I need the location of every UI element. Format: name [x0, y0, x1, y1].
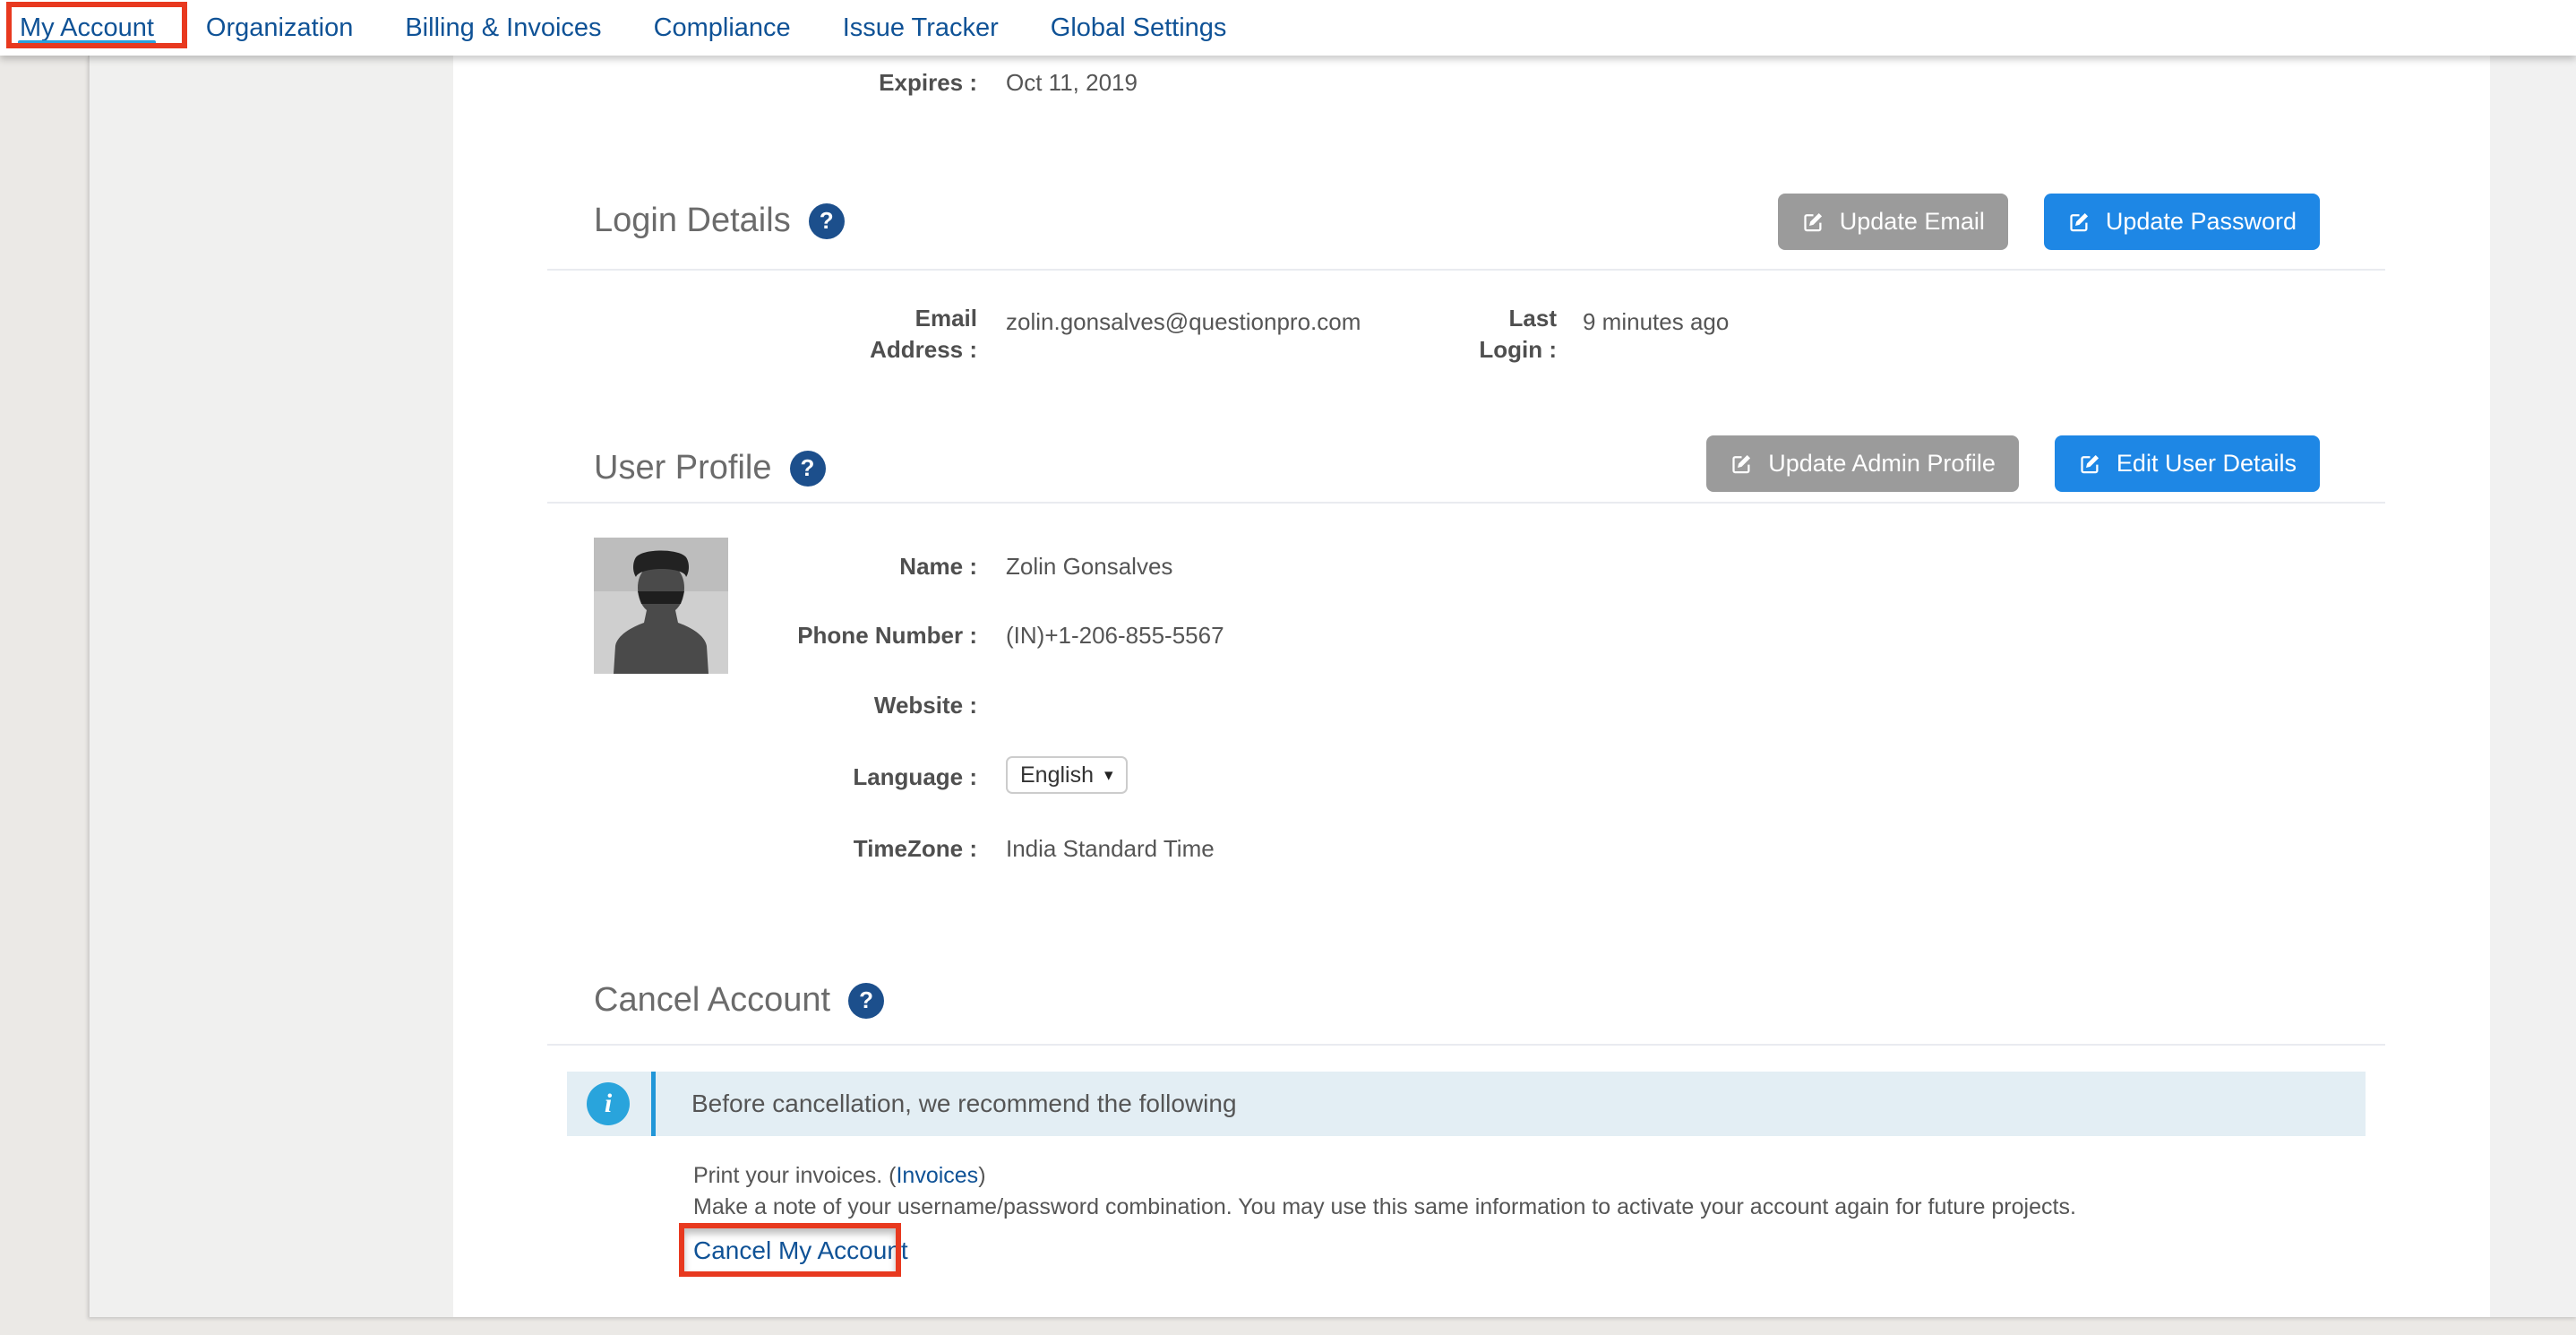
main-content: Expires : Oct 11, 2019 Login Details ? U… [453, 56, 2490, 1317]
help-icon[interactable]: ? [809, 203, 845, 239]
info-icon: i [587, 1082, 630, 1125]
timezone-value: India Standard Time [1006, 833, 1215, 865]
section-divider [547, 502, 2385, 504]
edit-user-details-button[interactable]: Edit User Details [2055, 435, 2320, 492]
tab-global-settings[interactable]: Global Settings [1051, 0, 1227, 56]
settings-card: Expires : Oct 11, 2019 Login Details ? U… [88, 56, 2576, 1317]
cancel-my-account-link[interactable]: Cancel My Account [693, 1236, 908, 1265]
phone-number-value: (IN)+1-206-855-5567 [1006, 620, 1224, 651]
cancellation-info-alert: i Before cancellation, we recommend the … [567, 1072, 2366, 1136]
login-details-title: Login Details [594, 202, 791, 240]
tab-my-account-label: My Account [20, 13, 154, 43]
username-password-note: Make a note of your username/password co… [693, 1192, 2076, 1223]
language-label: Language : [453, 762, 977, 793]
expires-value: Oct 11, 2019 [1006, 67, 1138, 99]
last-login-value: 9 minutes ago [1583, 306, 1729, 338]
update-email-button[interactable]: Update Email [1778, 194, 2008, 250]
top-navigation: My Account Organization Billing & Invoic… [0, 0, 2576, 56]
left-gray-panel [90, 56, 453, 1317]
tab-issue-tracker[interactable]: Issue Tracker [843, 0, 999, 56]
login-details-heading: Login Details ? [594, 202, 845, 240]
language-dropdown[interactable]: English ▾ [1006, 756, 1128, 794]
name-value: Zolin Gonsalves [1006, 551, 1172, 582]
edit-icon [1801, 210, 1825, 234]
right-gray-panel [2490, 56, 2576, 1317]
language-selected-value: English [1020, 762, 1094, 788]
section-divider [547, 269, 2385, 271]
print-invoices-line: Print your invoices. (Invoices) [693, 1160, 986, 1192]
active-tab-underline [18, 40, 156, 46]
email-address-label: Email Address : [453, 303, 977, 366]
name-label: Name : [453, 551, 977, 582]
help-icon[interactable]: ? [848, 983, 884, 1019]
tab-issue-tracker-label: Issue Tracker [843, 13, 999, 43]
tab-billing-invoices-label: Billing & Invoices [405, 13, 601, 43]
cancel-account-heading: Cancel Account ? [594, 981, 884, 1020]
help-icon[interactable]: ? [790, 451, 826, 487]
tab-organization[interactable]: Organization [206, 0, 353, 56]
tab-organization-label: Organization [206, 13, 353, 43]
alert-title: Before cancellation, we recommend the fo… [691, 1090, 1237, 1118]
section-divider [547, 1044, 2385, 1046]
invoices-link[interactable]: Invoices [896, 1163, 978, 1188]
phone-number-label: Phone Number : [453, 620, 977, 651]
tab-compliance[interactable]: Compliance [654, 0, 791, 56]
expires-label: Expires : [453, 67, 977, 99]
user-profile-title: User Profile [594, 449, 772, 487]
alert-divider [651, 1072, 656, 1136]
cancel-account-title: Cancel Account [594, 981, 830, 1020]
tab-my-account[interactable]: My Account [20, 0, 154, 56]
update-password-button[interactable]: Update Password [2044, 194, 2320, 250]
tab-global-settings-label: Global Settings [1051, 13, 1227, 43]
edit-icon [2067, 210, 2091, 234]
last-login-label: Last Login : [1301, 303, 1557, 366]
timezone-label: TimeZone : [453, 833, 977, 865]
tab-billing-invoices[interactable]: Billing & Invoices [405, 0, 601, 56]
update-admin-profile-button[interactable]: Update Admin Profile [1706, 435, 2019, 492]
tab-compliance-label: Compliance [654, 13, 791, 43]
website-label: Website : [453, 690, 977, 721]
edit-icon [2078, 452, 2102, 476]
edit-icon [1730, 452, 1754, 476]
chevron-down-icon: ▾ [1104, 767, 1113, 784]
user-profile-heading: User Profile ? [594, 449, 826, 487]
